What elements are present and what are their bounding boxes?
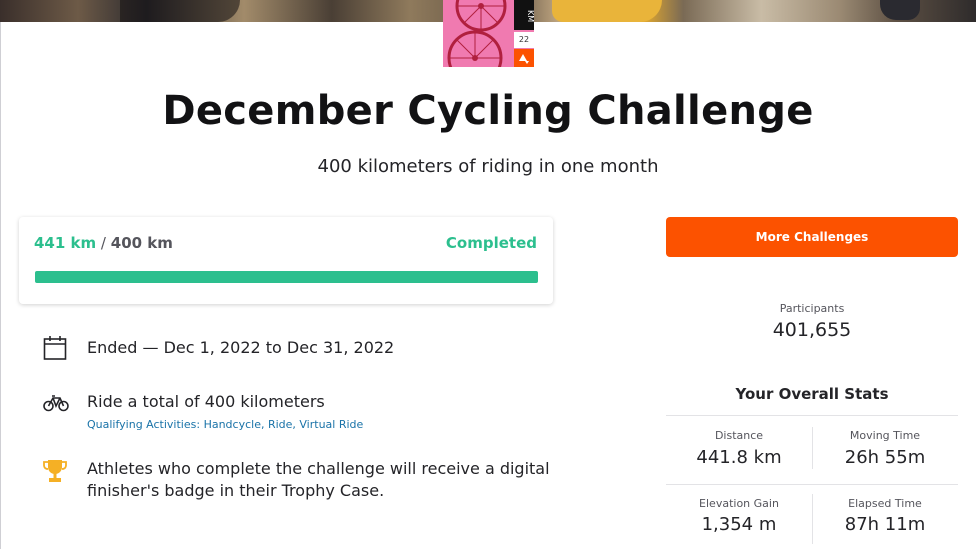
progress-goal: 400 km — [110, 234, 173, 252]
stats-divider-middle — [666, 484, 958, 485]
overall-stats-heading: Your Overall Stats — [735, 385, 889, 403]
progress-card: 441 km / 400 km Completed — [19, 217, 553, 304]
finisher-badge-description: Athletes who complete the challenge will… — [87, 459, 550, 500]
progress-bar — [35, 271, 538, 283]
progress-bar-fill — [35, 271, 538, 283]
hero-glove-shape — [880, 0, 920, 20]
stat-elapsed-time-value: 87h 11m — [844, 514, 926, 535]
calendar-icon — [43, 335, 67, 365]
more-challenges-button[interactable]: More Challenges — [666, 217, 958, 257]
stat-distance-label: Distance — [714, 429, 764, 442]
progress-summary: 441 km / 400 km — [34, 234, 173, 252]
challenge-subtitle: 400 kilometers of riding in one month — [317, 156, 659, 177]
hero-jersey-shape — [552, 0, 662, 22]
hero-rider-shape — [120, 0, 240, 22]
completion-status: Completed — [445, 234, 537, 252]
participants-label: Participants — [779, 302, 845, 315]
participants-count: 401,655 — [772, 319, 852, 341]
qualifying-activities-link[interactable]: Qualifying Activities: Handcycle, Ride, … — [87, 418, 363, 431]
challenge-title: December Cycling Challenge — [162, 88, 814, 134]
challenge-goal-description: Ride a total of 400 kilometers — [87, 392, 325, 411]
stat-distance-value: 441.8 km — [696, 447, 782, 468]
stat-elevation-gain-label: Elevation Gain — [699, 497, 779, 510]
progress-separator: / — [100, 234, 106, 252]
trophy-icon — [43, 458, 67, 488]
stat-elapsed-time-label: Elapsed Time — [848, 497, 922, 510]
page-left-border — [0, 0, 1, 549]
badge-number-label: 22 — [514, 32, 534, 48]
progress-current: 441 km — [34, 234, 97, 252]
stats-divider-top — [666, 415, 958, 416]
strava-logo-icon — [514, 49, 534, 67]
stat-moving-time-label: Moving Time — [849, 429, 921, 442]
stat-moving-time-value: 26h 55m — [844, 447, 926, 468]
stat-elevation-gain-value: 1,354 m — [701, 514, 777, 535]
badge-km-label: KM — [514, 0, 535, 30]
challenge-dates: Ended — Dec 1, 2022 to Dec 31, 2022 — [87, 338, 395, 357]
bike-icon — [43, 394, 69, 416]
